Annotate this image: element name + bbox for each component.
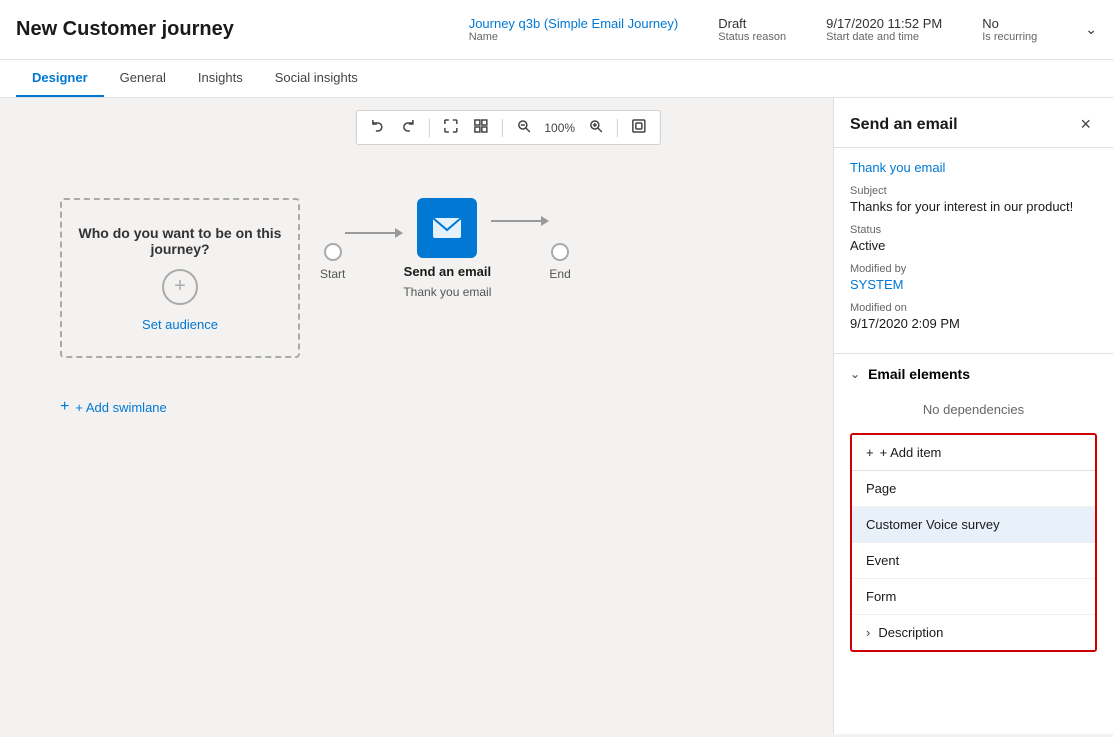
panel-field-subject: Subject Thanks for your interest in our …: [850, 185, 1097, 214]
email-node-label: Send an email: [404, 264, 491, 279]
swimlane-text: Who do you want to be on this journey?: [78, 225, 282, 257]
header-chevron-icon[interactable]: ⌄: [1085, 21, 1097, 38]
tab-general[interactable]: General: [104, 60, 182, 97]
end-node: End: [549, 217, 570, 281]
arrowhead: [395, 228, 403, 238]
panel-field-status-label: Status: [850, 224, 1097, 236]
email-elements-header: ⌄ Email elements: [834, 353, 1113, 394]
description-chevron-icon: ›: [866, 625, 870, 640]
dropdown-item-event[interactable]: Event: [852, 543, 1095, 579]
zoom-out-button[interactable]: [510, 115, 536, 140]
panel-email-link[interactable]: Thank you email: [850, 160, 1097, 175]
arrow-start-email: [345, 228, 403, 238]
fit-button[interactable]: [626, 115, 652, 140]
panel-field-subject-label: Subject: [850, 185, 1097, 197]
add-item-dropdown-container: + + Add item Page Customer Voice survey …: [850, 433, 1097, 652]
set-audience-link[interactable]: Set audience: [142, 317, 218, 332]
no-dependencies-text: No dependencies: [834, 394, 1113, 425]
tab-designer[interactable]: Designer: [16, 60, 104, 97]
email-node-sublabel: Thank you email: [403, 285, 491, 299]
panel-section-main: Thank you email Subject Thanks for your …: [834, 148, 1113, 353]
canvas-toolbar: 100%: [355, 110, 661, 145]
page-title: New Customer journey: [16, 18, 234, 41]
email-node-box[interactable]: [417, 198, 477, 258]
toolbar-divider-3: [617, 119, 618, 137]
flow-container: Start Send an email Than: [320, 198, 571, 299]
start-label: Start: [320, 267, 345, 281]
meta-status: Draft Status reason: [718, 16, 786, 43]
panel-field-modified-by-label: Modified by: [850, 263, 1097, 275]
panel-field-modified-on-label: Modified on: [850, 302, 1097, 314]
panel-field-status: Status Active: [850, 224, 1097, 253]
arrowhead-2: [541, 216, 549, 226]
panel-field-subject-value: Thanks for your interest in our product!: [850, 199, 1097, 214]
arrow-email-end: [491, 216, 549, 226]
email-icon: [432, 217, 462, 239]
panel-header: Send an email ×: [834, 98, 1113, 148]
fullscreen-button[interactable]: [437, 115, 463, 140]
end-circle: [551, 243, 569, 261]
tabs-bar: Designer General Insights Social insight…: [0, 60, 1113, 98]
toolbar-divider-2: [501, 119, 502, 137]
email-elements-chevron-icon[interactable]: ⌄: [850, 367, 860, 381]
panel-field-modified-on-value: 9/17/2020 2:09 PM: [850, 316, 1097, 331]
panel-field-status-value: Active: [850, 238, 1097, 253]
end-label: End: [549, 267, 570, 281]
panel-close-button[interactable]: ×: [1074, 112, 1097, 137]
panel-field-modified-by-value[interactable]: SYSTEM: [850, 277, 1097, 292]
email-node[interactable]: Send an email Thank you email: [403, 198, 491, 299]
set-audience-plus-button[interactable]: +: [162, 269, 198, 305]
tab-social-insights[interactable]: Social insights: [259, 60, 374, 97]
undo-button[interactable]: [364, 115, 390, 140]
add-item-label: + Add item: [880, 445, 942, 460]
add-swimlane-button[interactable]: + + Add swimlane: [60, 398, 167, 416]
panel-title: Send an email: [850, 116, 958, 134]
dropdown-item-page[interactable]: Page: [852, 471, 1095, 507]
description-label: Description: [878, 625, 943, 640]
panel-field-modified-on: Modified on 9/17/2020 2:09 PM: [850, 302, 1097, 331]
add-item-button[interactable]: + + Add item: [852, 435, 1095, 471]
toolbar-divider-1: [428, 119, 429, 137]
dropdown-item-customer-voice-survey[interactable]: Customer Voice survey: [852, 507, 1095, 543]
arrow-line-2: [491, 220, 541, 222]
zoom-level: 100%: [540, 121, 579, 135]
start-node: Start: [320, 217, 345, 281]
add-item-plus-icon: +: [866, 445, 874, 460]
dropdown-item-form[interactable]: Form: [852, 579, 1095, 615]
main-content: 100% Who do you want to be on this journ…: [0, 98, 1113, 734]
panel-field-modified-by: Modified by SYSTEM: [850, 263, 1097, 292]
journey-canvas: Who do you want to be on this journey? +…: [40, 158, 813, 714]
header-meta: Journey q3b (Simple Email Journey) Name …: [469, 16, 1097, 43]
zoom-in-button[interactable]: [583, 115, 609, 140]
meta-recurring: No Is recurring: [982, 16, 1037, 43]
redo-button[interactable]: [394, 115, 420, 140]
meta-name: Journey q3b (Simple Email Journey) Name: [469, 16, 679, 43]
start-circle: [324, 243, 342, 261]
header: New Customer journey Journey q3b (Simple…: [0, 0, 1113, 60]
canvas-area: 100% Who do you want to be on this journ…: [0, 98, 833, 734]
meta-date: 9/17/2020 11:52 PM Start date and time: [826, 16, 942, 43]
email-elements-title: Email elements: [868, 366, 970, 382]
grid-button[interactable]: [467, 115, 493, 140]
tab-insights[interactable]: Insights: [182, 60, 259, 97]
arrow-line: [345, 232, 395, 234]
add-swimlane-icon: +: [60, 398, 69, 416]
right-panel: Send an email × Thank you email Subject …: [833, 98, 1113, 734]
add-swimlane-label: + Add swimlane: [75, 400, 166, 415]
swimlane-box: Who do you want to be on this journey? +…: [60, 198, 300, 358]
dropdown-item-description: › Description: [852, 615, 1095, 650]
